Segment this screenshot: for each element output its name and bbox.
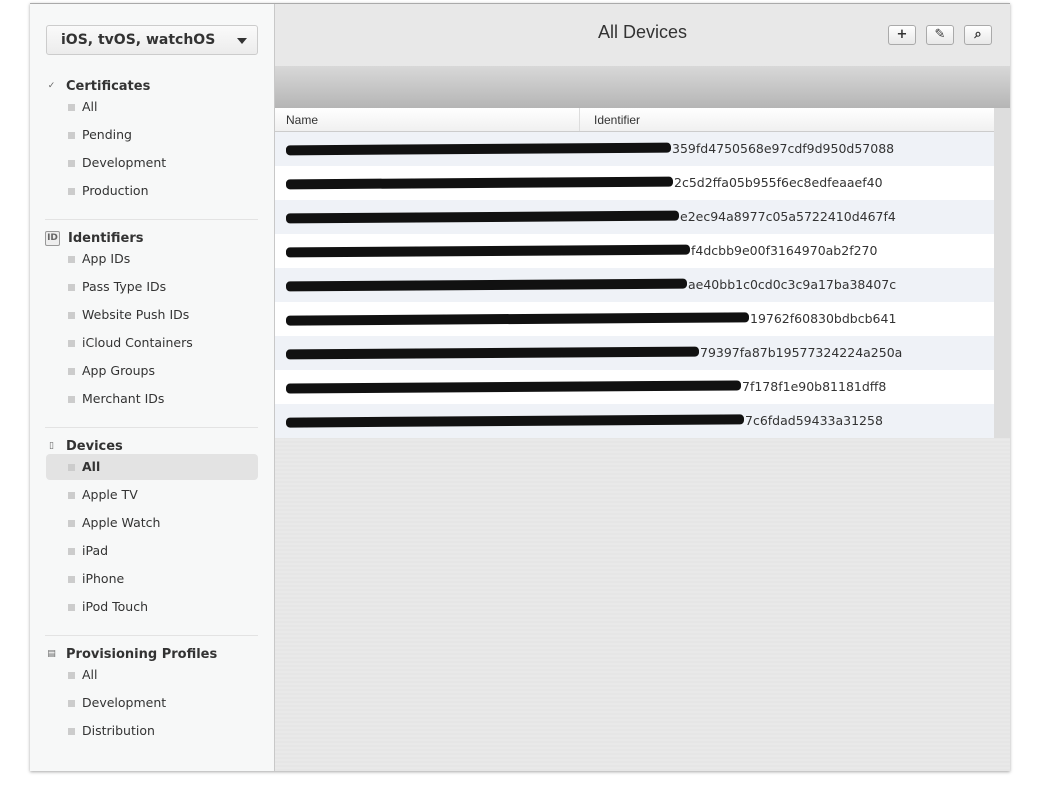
toolbar-bar (275, 66, 1010, 108)
table-row[interactable]: 7f178f1e90b81181dff8 (275, 370, 994, 404)
sidebar-item-icloud-containers[interactable]: iCloud Containers (46, 330, 258, 356)
sidebar-item-development[interactable]: Development (46, 150, 258, 176)
sidebar-item-ipod-touch[interactable]: iPod Touch (46, 594, 258, 620)
sidebar-item-iphone[interactable]: iPhone (46, 566, 258, 592)
table-row[interactable]: 7c6fdad59433a31258 (275, 404, 994, 438)
redacted-name (285, 142, 672, 156)
table-row[interactable]: e2ec94a8977c05a5722410d467f4 (275, 200, 994, 234)
sidebar-item-all[interactable]: All (46, 94, 258, 120)
column-header-name[interactable]: Name (286, 113, 318, 127)
section-title: Identifiers (68, 231, 144, 246)
section-title: Devices (66, 439, 123, 454)
sidebar-item-apple-tv[interactable]: Apple TV (46, 482, 258, 508)
section-title: Provisioning Profiles (66, 647, 218, 662)
redacted-name (285, 380, 742, 394)
sidebar-item-ipad[interactable]: iPad (46, 538, 258, 564)
sidebar-item-development[interactable]: Development (46, 690, 258, 716)
table-row[interactable]: 2c5d2ffa05b955f6ec8edfeaaef40 (275, 166, 994, 200)
device-identifier: 19762f60830bdbcb641 (750, 311, 897, 326)
main-panel: All Devices + ✎ ⌕ Name Identifier 359fd4… (275, 4, 1010, 771)
section-devices[interactable]: ▯ Devices (45, 439, 123, 454)
device-identifier: 2c5d2ffa05b955f6ec8edfeaaef40 (674, 175, 883, 190)
redacted-name (285, 278, 688, 292)
section-title: Certificates (66, 79, 151, 94)
redacted-name (285, 414, 745, 428)
device-identifier: 7f178f1e90b81181dff8 (742, 379, 887, 394)
table-row[interactable]: 359fd4750568e97cdf9d950d57088 (275, 132, 994, 166)
table-row[interactable]: ae40bb1c0cd0c3c9a17ba38407c (275, 268, 994, 302)
platform-label: iOS, tvOS, watchOS (61, 32, 216, 48)
section-divider (45, 427, 258, 428)
devices-table: Name Identifier 359fd4750568e97cdf9d950d… (275, 108, 994, 438)
sidebar-item-apple-watch[interactable]: Apple Watch (46, 510, 258, 536)
device-identifier: f4dcbb9e00f3164970ab2f270 (691, 243, 878, 258)
redacted-name (285, 210, 680, 224)
search-button[interactable]: ⌕ (964, 25, 992, 45)
sidebar-item-website-push-ids[interactable]: Website Push IDs (46, 302, 258, 328)
section-provisioning-profiles[interactable]: ▤ Provisioning Profiles (45, 647, 217, 662)
certificate-icon: ✓ (47, 81, 56, 91)
redacted-name (285, 244, 691, 258)
table-row[interactable]: 79397fa87b19577324224a250a (275, 336, 994, 370)
sidebar-item-production[interactable]: Production (46, 178, 258, 204)
sidebar-item-pending[interactable]: Pending (46, 122, 258, 148)
id-icon: ID (45, 231, 60, 246)
edit-button[interactable]: ✎ (926, 25, 954, 45)
device-identifier: ae40bb1c0cd0c3c9a17ba38407c (688, 277, 897, 292)
table-header: Name Identifier (275, 108, 994, 132)
search-icon: ⌕ (974, 27, 982, 42)
platform-dropdown[interactable]: iOS, tvOS, watchOS (46, 25, 258, 55)
section-certificates[interactable]: ✓ Certificates (45, 79, 151, 94)
column-header-identifier[interactable]: Identifier (594, 113, 640, 127)
sidebar-item-app-ids[interactable]: App IDs (46, 246, 258, 272)
redacted-name (285, 346, 700, 360)
document-icon: ▤ (47, 649, 56, 659)
device-identifier: 359fd4750568e97cdf9d950d57088 (672, 141, 895, 156)
section-divider (45, 219, 258, 220)
device-icon: ▯ (49, 441, 54, 451)
scrollbar[interactable] (994, 108, 1010, 438)
table-row[interactable]: 19762f60830bdbcb641 (275, 302, 994, 336)
sidebar-item-distribution[interactable]: Distribution (46, 718, 258, 744)
table-row[interactable]: f4dcbb9e00f3164970ab2f270 (275, 234, 994, 268)
device-identifier: 7c6fdad59433a31258 (745, 413, 883, 428)
chevron-down-icon (237, 38, 247, 44)
section-divider (45, 635, 258, 636)
edit-icon: ✎ (934, 27, 946, 42)
sidebar-item-pass-type-ids[interactable]: Pass Type IDs (46, 274, 258, 300)
section-identifiers[interactable]: ID Identifiers (45, 231, 144, 246)
developer-portal-window: iOS, tvOS, watchOS ✓ Certificates All Pendi… (30, 3, 1010, 771)
plus-icon: + (896, 27, 908, 42)
header: All Devices + ✎ ⌕ (275, 4, 1010, 67)
sidebar-item-app-groups[interactable]: App Groups (46, 358, 258, 384)
sidebar: iOS, tvOS, watchOS ✓ Certificates All Pendi… (30, 4, 275, 771)
device-identifier: 79397fa87b19577324224a250a (700, 345, 903, 360)
sidebar-item-all[interactable]: All (46, 662, 258, 688)
sidebar-item-merchant-ids[interactable]: Merchant IDs (46, 386, 258, 412)
add-button[interactable]: + (888, 25, 916, 45)
empty-area (275, 438, 1010, 771)
redacted-name (285, 176, 674, 190)
redacted-name (285, 312, 750, 326)
sidebar-item-all[interactable]: All (46, 454, 258, 480)
device-identifier: e2ec94a8977c05a5722410d467f4 (680, 209, 896, 224)
